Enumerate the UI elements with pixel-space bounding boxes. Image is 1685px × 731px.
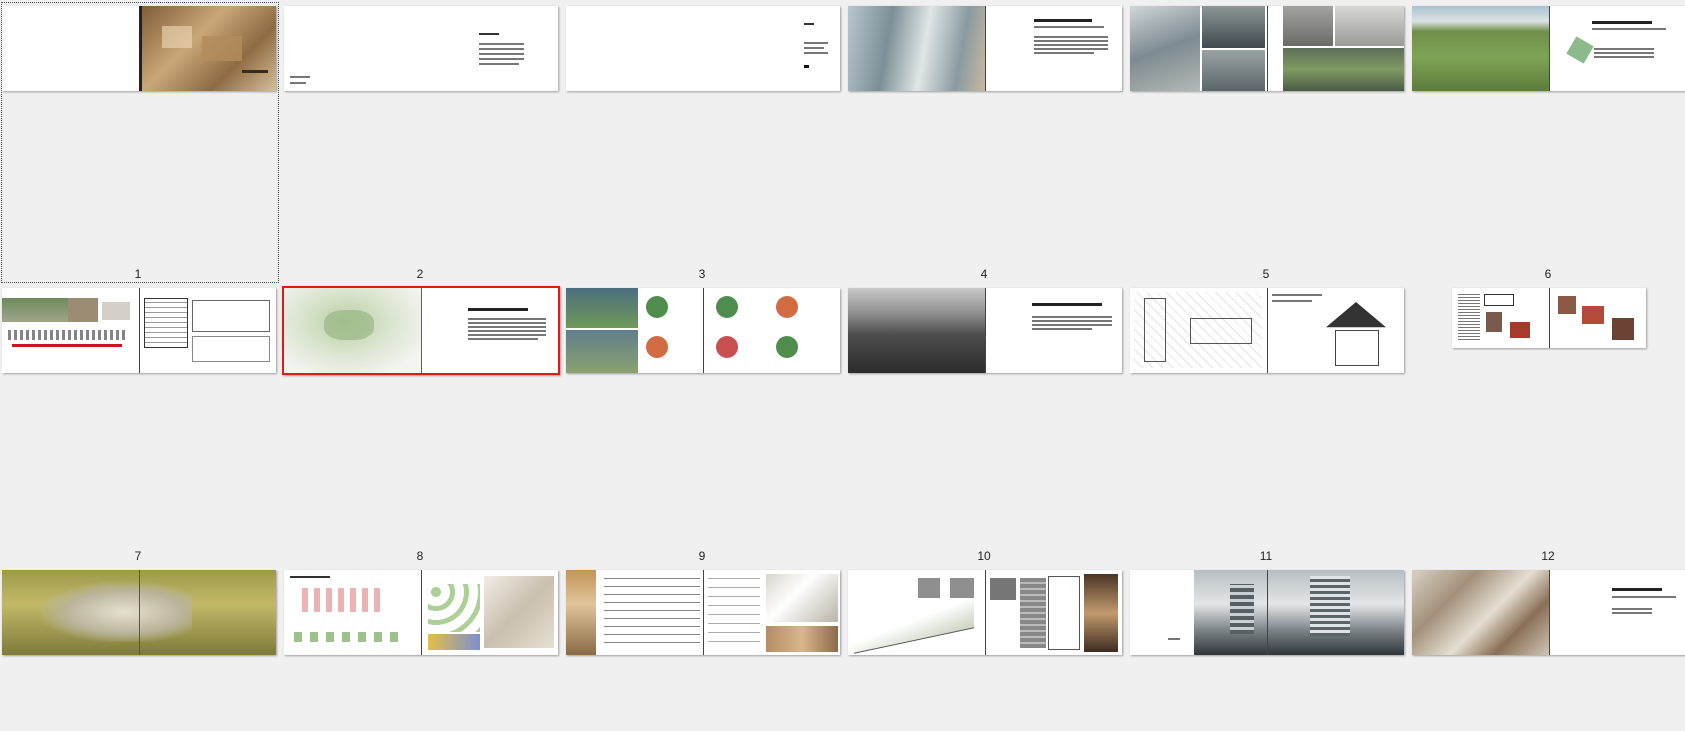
- photo: [848, 6, 985, 91]
- page-number-12: 12: [1541, 549, 1555, 563]
- page-thumbnail-11[interactable]: [1130, 288, 1404, 373]
- page-thumbnail-grid: { "view": { "title": "", "zoom": "" }, "…: [0, 0, 1685, 731]
- landscape-photo: [848, 288, 985, 373]
- page-thumbnail-12[interactable]: [1452, 288, 1646, 348]
- page-thumbnail-16[interactable]: [848, 570, 1122, 655]
- page-number-10: 10: [977, 549, 991, 563]
- page-thumbnail-5[interactable]: [1130, 6, 1404, 91]
- page-number-7: 7: [134, 549, 142, 563]
- page-number-11: 11: [1259, 549, 1273, 563]
- page-thumbnail-13[interactable]: [2, 570, 276, 655]
- page-number-2: 2: [416, 267, 424, 281]
- model-photo: [1412, 570, 1549, 655]
- photo: [1412, 6, 1549, 91]
- page-number-5: 5: [1262, 267, 1270, 281]
- page-number-8: 8: [416, 549, 424, 563]
- page-number-1: 1: [134, 267, 142, 281]
- page-thumbnail-17[interactable]: [1130, 570, 1404, 655]
- page-thumbnail-2[interactable]: [284, 6, 558, 91]
- page-thumbnail-18[interactable]: [1412, 570, 1685, 655]
- page-thumbnail-14[interactable]: [284, 570, 558, 655]
- page-thumbnail-9[interactable]: [566, 288, 840, 373]
- page-thumbnail-10[interactable]: [848, 288, 1122, 373]
- page-thumbnail-8[interactable]: [282, 286, 560, 375]
- page-thumbnail-4[interactable]: [848, 6, 1122, 91]
- page-thumbnail-3[interactable]: [566, 6, 840, 91]
- page-thumbnail-15[interactable]: [566, 570, 840, 655]
- page-number-3: 3: [698, 267, 706, 281]
- page-number-6: 6: [1544, 267, 1552, 281]
- page-number-4: 4: [980, 267, 988, 281]
- page-thumbnail-1[interactable]: [2, 6, 276, 91]
- page-number-9: 9: [698, 549, 706, 563]
- page-thumbnail-7[interactable]: [2, 288, 276, 373]
- page-thumbnail-6[interactable]: [1412, 6, 1685, 91]
